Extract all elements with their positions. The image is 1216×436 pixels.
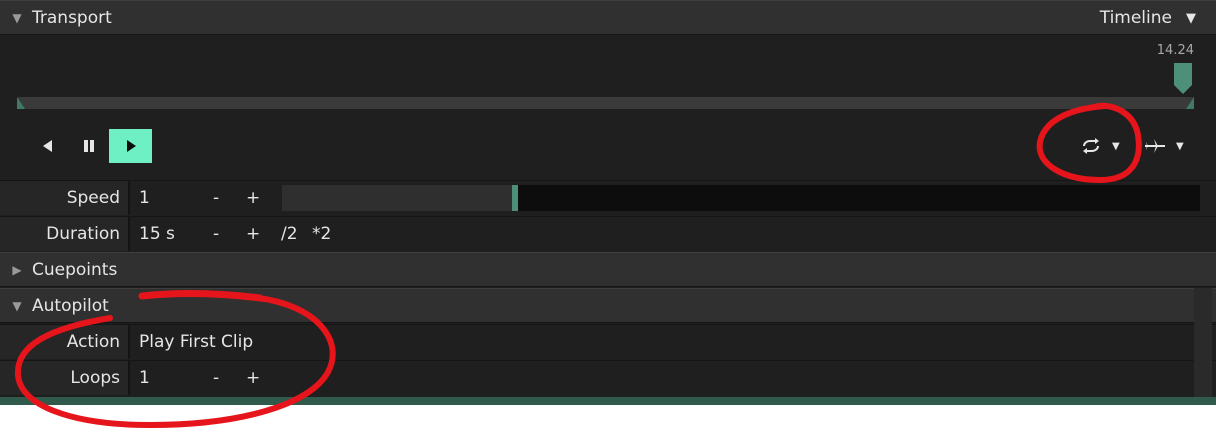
annotation-overlay (14, 102, 1142, 429)
annotation-circle-autopilot (14, 295, 336, 429)
annotation-underline (138, 290, 264, 302)
annotation-circle-loop (1036, 102, 1142, 184)
